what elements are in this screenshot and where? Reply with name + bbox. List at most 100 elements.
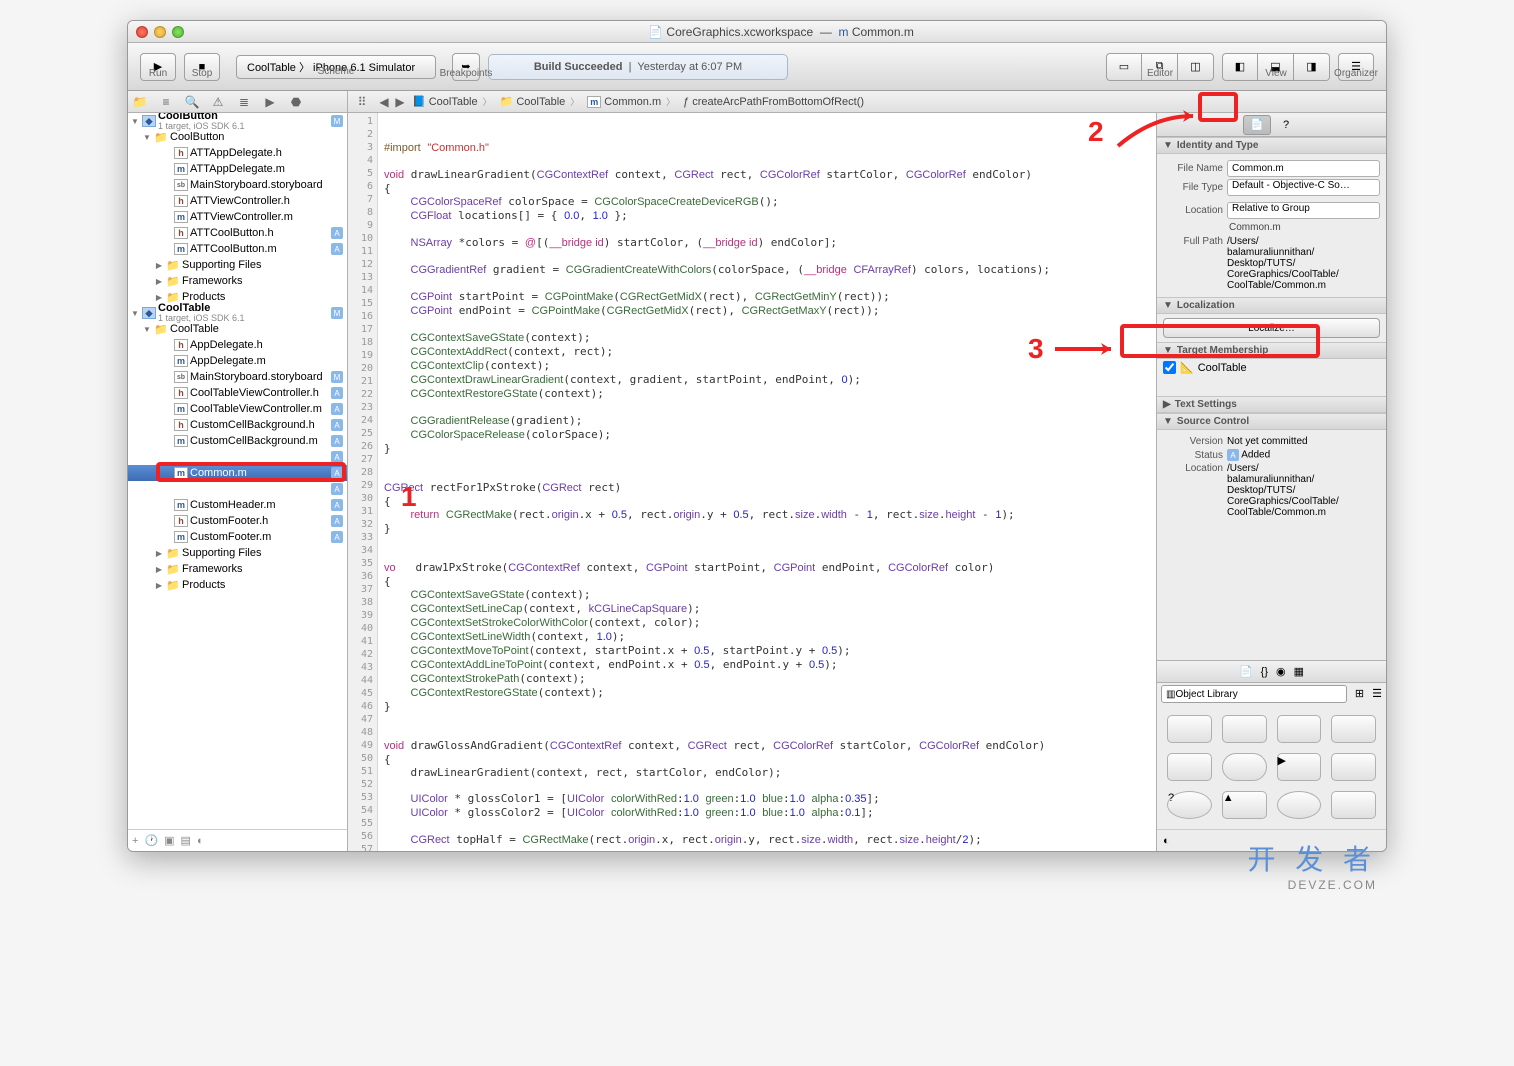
filter-recent-icon[interactable]: 🕐 [144,834,158,847]
navigator-footer[interactable]: + 🕐 ▣ ▤ ◐ [128,829,347,851]
lib-item[interactable] [1167,715,1212,743]
file-row[interactable]: mCustomFooter.mA [128,529,347,545]
file-row[interactable]: hATTCoolButton.hA [128,225,347,241]
file-row[interactable]: ▶📁Frameworks [128,561,347,577]
xcode-window: 📄 CoreGraphics.xcworkspace — m Common.m … [127,20,1387,852]
crumb-group[interactable]: 📁 CoolTable [496,95,584,108]
lib-item[interactable] [1331,791,1376,819]
lib-tab-file-icon[interactable]: 📄 [1239,665,1253,678]
file-row[interactable]: mCoolTableViewController.mA [128,401,347,417]
project-row[interactable]: ▼◆CoolButton1 target, iOS SDK 6.1M [128,113,347,129]
quick-help-tab[interactable]: ? [1272,115,1300,135]
search-nav-icon[interactable]: 🔍 [184,94,200,110]
lib-item[interactable] [1277,791,1322,819]
related-items-icon[interactable]: ⠿ [354,94,370,110]
code-area[interactable]: #import "Common.h" void drawLinearGradie… [378,113,1156,851]
lib-item[interactable]: ▲ [1222,791,1267,819]
file-row[interactable]: sbMainStoryboard.storyboard [128,177,347,193]
zoom-icon[interactable] [172,26,184,38]
lib-item[interactable] [1277,715,1322,743]
titlebar: 📄 CoreGraphics.xcworkspace — m Common.m [128,21,1386,43]
lib-item[interactable] [1167,753,1212,781]
file-row[interactable]: hCoolTableViewController.hA [128,385,347,401]
file-row[interactable]: ▶📁Frameworks [128,273,347,289]
library-grid: ▶ ? ▲ [1157,705,1386,829]
text-settings-section[interactable]: ▶ Text Settings [1157,396,1386,413]
target-checkbox-row[interactable]: 📐 CoolTable [1157,359,1386,376]
crumb-project[interactable]: 📘 CoolTable [408,95,496,108]
annotation-number-2: 2 [1088,116,1104,148]
lib-tab-media-icon[interactable]: ▦ [1294,665,1304,678]
library-pane: 📄 {} ◉ ▦ ▥ Object Library⊞☰ ▶ ? ▲ ◐ [1157,660,1386,851]
issue-nav-icon[interactable]: ⚠ [210,94,226,110]
crumb-file[interactable]: m Common.m [583,95,679,108]
line-gutter: 1234567891011121314151617181920212223242… [348,113,378,851]
lib-item[interactable] [1331,753,1376,781]
file-row[interactable]: A [128,449,347,465]
bp-nav-icon[interactable]: ⬣ [288,94,304,110]
navigator-tabs[interactable]: 📁 ≡ 🔍 ⚠ ≣ ▶ ⬣ [128,91,348,112]
forward-icon[interactable]: ▶ [392,94,408,110]
full-path-text: /Users/ balamuraliunnithan/ Desktop/TUTS… [1227,236,1380,291]
file-row[interactable]: ▶📁Products [128,577,347,593]
file-row[interactable]: A [128,481,347,497]
jump-bar: 📁 ≡ 🔍 ⚠ ≣ ▶ ⬣ ⠿ ◀ ▶ 📘 CoolTable 📁 CoolTa… [128,91,1386,113]
back-icon[interactable]: ◀ [376,94,392,110]
source-editor[interactable]: 1234567891011121314151617181920212223242… [348,113,1156,851]
localization-section[interactable]: ▼ Localization [1157,297,1386,314]
lib-filter-icon[interactable]: ◐ [1163,835,1170,847]
arrow-2 [1113,111,1203,156]
file-row[interactable]: ▶📁Supporting Files [128,545,347,561]
file-row[interactable]: hCustomFooter.hA [128,513,347,529]
lib-item[interactable] [1222,753,1267,781]
filter-unsaved-icon[interactable]: ▤ [181,834,191,847]
lib-item[interactable]: ? [1167,791,1212,819]
file-row[interactable]: mATTAppDelegate.m [128,161,347,177]
location-dropdown[interactable]: Relative to Group [1227,202,1380,219]
file-row[interactable]: hAppDelegate.h [128,337,347,353]
minimize-icon[interactable] [154,26,166,38]
add-icon[interactable]: + [132,835,138,847]
group-row[interactable]: ▼📁CoolButton [128,129,347,145]
lib-tab-object-icon[interactable]: ◉ [1276,665,1286,678]
file-row[interactable]: hATTAppDelegate.h [128,145,347,161]
file-row[interactable]: mATTViewController.m [128,209,347,225]
file-row[interactable]: sbMainStoryboard.storyboardM [128,369,347,385]
utilities-panel: 📄 ? ▼ Identity and Type File Name File T… [1156,113,1386,851]
file-row[interactable]: hATTViewController.h [128,193,347,209]
status-pill: Build Succeeded | Yesterday at 6:07 PM [488,54,788,80]
filter-field[interactable]: ◐ [197,835,204,847]
debug-nav-icon[interactable]: ▶ [262,94,278,110]
source-control-section[interactable]: ▼ Source Control [1157,413,1386,430]
symbol-nav-icon[interactable]: ≡ [158,94,174,110]
lib-list-icon[interactable]: ☰ [1368,683,1386,705]
arrow-3 [1053,339,1123,364]
lib-grid-icon[interactable]: ⊞ [1351,683,1368,705]
file-type-dropdown[interactable]: Default - Objective-C So… [1227,179,1380,196]
close-icon[interactable] [136,26,148,38]
library-dropdown[interactable]: ▥ Object Library [1161,685,1347,703]
crumb-symbol[interactable]: ƒ createArcPathFromBottomOfRect() [679,96,868,108]
test-nav-icon[interactable]: ≣ [236,94,252,110]
filter-scm-icon[interactable]: ▣ [164,834,174,847]
file-row[interactable]: mCustomHeader.mA [128,497,347,513]
group-row[interactable]: ▼📁CoolTable [128,321,347,337]
target-checkbox[interactable] [1163,361,1176,374]
lib-tab-code-icon[interactable]: {} [1261,666,1268,678]
file-row[interactable]: hCustomCellBackground.hA [128,417,347,433]
project-nav-icon[interactable]: 📁 [132,94,148,110]
file-name-input[interactable] [1227,160,1380,177]
lib-item[interactable]: ▶ [1277,753,1322,781]
file-row[interactable]: mATTCoolButton.mA [128,241,347,257]
lib-item[interactable] [1222,715,1267,743]
file-inspector-tab[interactable]: 📄 [1243,115,1271,135]
localize-button[interactable]: Localize… [1163,318,1380,338]
file-row[interactable]: mCustomCellBackground.mA [128,433,347,449]
file-row[interactable]: ▶📁Supporting Files [128,257,347,273]
lib-item[interactable] [1331,715,1376,743]
project-row[interactable]: ▼◆CoolTable1 target, iOS SDK 6.1M [128,305,347,321]
target-section[interactable]: ▼ Target Membership [1157,342,1386,359]
annotation-number-3: 3 [1028,333,1044,365]
file-row[interactable]: mCommon.mA [128,465,347,481]
file-row[interactable]: mAppDelegate.m [128,353,347,369]
